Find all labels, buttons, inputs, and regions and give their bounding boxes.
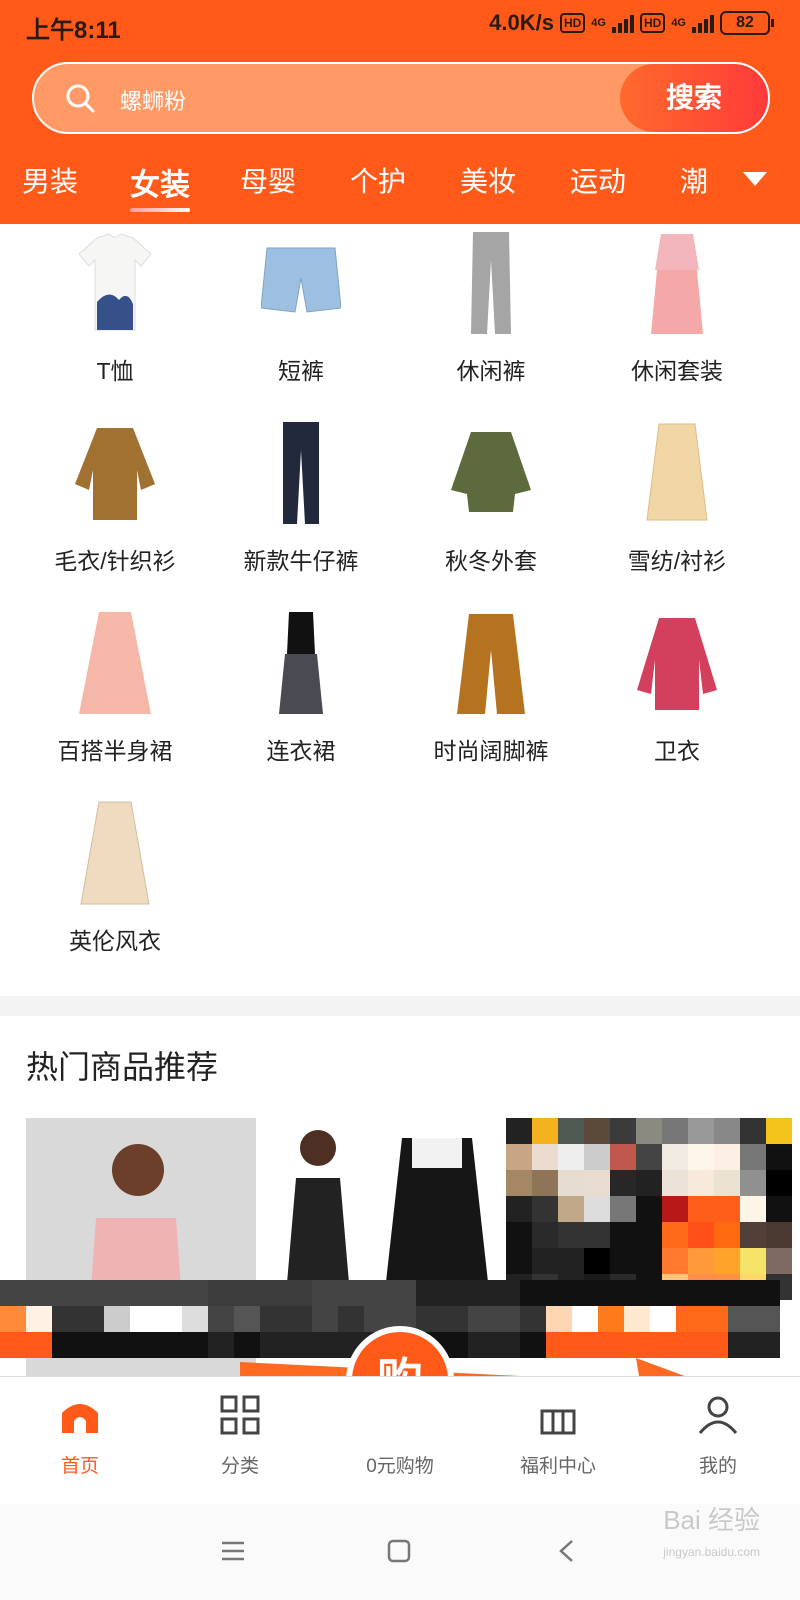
search-button[interactable]: 搜索: [620, 64, 768, 132]
network-type-2: 4G: [671, 17, 686, 29]
hd-badge: HD: [559, 13, 586, 33]
sweater-image: [75, 428, 155, 520]
category-label: T恤: [96, 358, 134, 384]
status-indicators: 4.0K/s HD 4G HD 4G 82: [489, 10, 774, 36]
category-item[interactable]: 休闲套装: [582, 230, 772, 420]
more-tabs-icon[interactable]: [743, 172, 767, 186]
category-label: 秋冬外套: [445, 548, 537, 574]
status-time: 上午8:11: [26, 17, 121, 44]
dress-image: [279, 612, 323, 714]
battery-icon: 82: [720, 11, 774, 35]
category-item[interactable]: 秋冬外套: [396, 420, 586, 610]
tab-baby[interactable]: 母婴: [240, 160, 296, 200]
category-label: 新款牛仔裤: [243, 548, 359, 574]
user-icon: [698, 1396, 738, 1434]
outfit-set-image: [651, 234, 703, 334]
home-square-icon[interactable]: [386, 1538, 412, 1564]
hot-products-title: 热门商品推荐: [26, 1049, 219, 1085]
category-label: 卫衣: [654, 738, 700, 764]
jeans-image: [283, 422, 319, 524]
network-type: 4G: [591, 17, 606, 29]
trench-coat-image: [80, 801, 150, 905]
tab-womenswear[interactable]: 女装: [130, 160, 190, 212]
category-label: 英伦风衣: [69, 928, 161, 954]
tab-trendy[interactable]: 潮: [680, 160, 708, 200]
jacket-image: [451, 432, 531, 512]
category-item[interactable]: T恤: [20, 230, 210, 420]
category-label: 休闲套装: [631, 358, 723, 384]
category-label: 短裤: [278, 358, 324, 384]
category-label: 连衣裙: [266, 738, 336, 764]
status-bar: 上午8:11 4.0K/s HD 4G HD 4G 82: [0, 0, 800, 50]
hot-products-section: 热门商品推荐: [0, 1016, 800, 1388]
hd-badge-2: HD: [639, 13, 666, 33]
category-item[interactable]: 英伦风衣: [20, 800, 210, 990]
nav-mine-label: 我的: [698, 1456, 737, 1477]
tab-womenswear-label: 女装: [130, 169, 190, 202]
baidu-jingyan-watermark: Bai 经验 jingyan.baidu.com: [610, 1504, 760, 1568]
home-icon: [62, 1404, 98, 1433]
shorts-image: [261, 247, 341, 313]
category-item[interactable]: 雪纺/衬衫: [582, 420, 772, 610]
app-header: 上午8:11 4.0K/s HD 4G HD 4G 82 螺蛳粉 搜索 男装 女…: [0, 0, 800, 224]
tab-beauty[interactable]: 美妆: [460, 160, 516, 200]
nav-home-label: 首页: [60, 1456, 99, 1477]
category-item[interactable]: 百搭半身裙: [20, 610, 210, 800]
pixelated-product-image: [506, 1118, 792, 1300]
category-item[interactable]: 短裤: [206, 230, 396, 420]
nav-category-label: 分类: [220, 1456, 259, 1477]
tab-sports[interactable]: 运动: [570, 160, 626, 200]
category-item[interactable]: 毛衣/针织衫: [20, 420, 210, 610]
active-tab-underline: [130, 208, 190, 212]
watermark-main: Bai 经验: [663, 1505, 760, 1535]
category-label: 时尚阔脚裤: [433, 738, 549, 764]
wide-leg-pants-image: [457, 614, 525, 714]
shirt-image: [646, 423, 708, 521]
category-item[interactable]: 连衣裙: [206, 610, 396, 800]
category-item[interactable]: 时尚阔脚裤: [396, 610, 586, 800]
tab-menswear[interactable]: 男装: [22, 160, 78, 200]
category-label: 毛衣/针织衫: [54, 548, 176, 574]
grid-icon: [220, 1395, 260, 1435]
pants-image: [471, 232, 511, 334]
tab-personal-care[interactable]: 个护: [350, 160, 406, 200]
skirt-image: [79, 612, 151, 714]
bottom-navigation: 首页 分类 0元购物 福利中心 我的: [0, 1376, 800, 1504]
gift-icon: [540, 1409, 576, 1435]
category-label: 百搭半身裙: [57, 738, 173, 764]
search-bar[interactable]: 螺蛳粉 搜索: [32, 62, 770, 134]
search-input[interactable]: 螺蛳粉: [120, 84, 186, 116]
category-item[interactable]: 新款牛仔裤: [206, 420, 396, 610]
nav-zero-buy-label: 0元购物: [366, 1456, 434, 1477]
category-label: 雪纺/衬衫: [627, 548, 727, 574]
category-tabs: 男装 女装 母婴 个护 美妆 运动 潮: [0, 160, 800, 220]
watermark-sub: jingyan.baidu.com: [663, 1545, 760, 1559]
category-label: 休闲裤: [456, 358, 526, 384]
search-icon: [66, 84, 95, 113]
signal-icon: [611, 13, 634, 33]
category-item[interactable]: 休闲裤: [396, 230, 586, 420]
network-speed: 4.0K/s: [489, 10, 554, 35]
hoodie-image: [637, 618, 717, 710]
nav-welfare-label: 福利中心: [519, 1456, 596, 1477]
signal-icon-2: [692, 13, 714, 33]
tshirt-image: [78, 233, 152, 331]
back-icon[interactable]: [556, 1538, 576, 1564]
menu-icon[interactable]: [220, 1538, 246, 1564]
category-item[interactable]: 卫衣: [582, 610, 772, 800]
category-grid: T恤 短裤 休闲裤 休闲套装 毛衣/针织衫 新款牛仔裤 秋冬外套 雪纺/衬衫 百…: [0, 224, 800, 996]
